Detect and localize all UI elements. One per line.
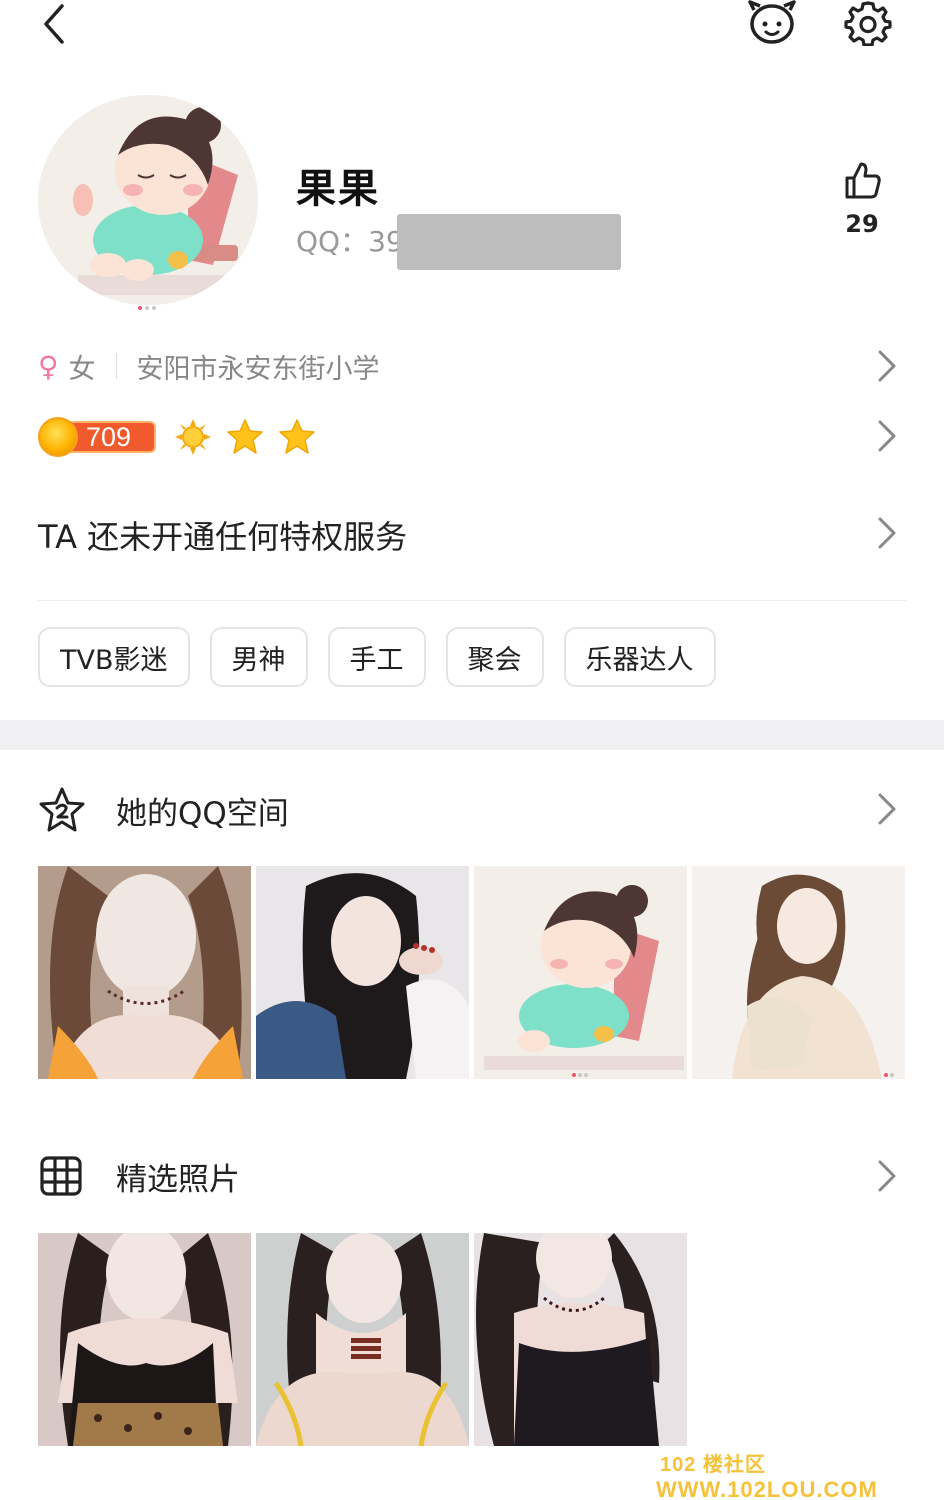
- basic-info-row[interactable]: ♀ 女 安阳市永安东街小学: [38, 344, 908, 388]
- watermark-line-1: 102 楼社区: [660, 1454, 766, 1476]
- interest-tag[interactable]: 乐器达人: [563, 627, 716, 687]
- photo-image: [256, 1233, 469, 1446]
- interest-tag[interactable]: TVB影迷: [38, 627, 190, 687]
- qzone-header[interactable]: 她的QQ空间: [38, 786, 289, 834]
- photo-image: [38, 866, 251, 1079]
- school-label: 安阳市永安东街小学: [136, 353, 380, 385]
- chevron-right-icon[interactable]: [872, 416, 900, 456]
- photo-image: [256, 866, 469, 1079]
- qzone-photo-grid: [38, 866, 905, 1079]
- like-button[interactable]: 29: [832, 160, 892, 238]
- gender-label: 女: [68, 353, 96, 385]
- qzone-photo[interactable]: [474, 866, 687, 1079]
- featured-photo-grid: [38, 1233, 687, 1446]
- level-value: 709: [86, 422, 132, 452]
- featured-photo[interactable]: [474, 1233, 687, 1446]
- qq-number: QQ：39: [296, 225, 404, 258]
- gear-icon: [844, 1, 892, 47]
- featured-photo[interactable]: [38, 1233, 251, 1446]
- redaction-block: [397, 214, 621, 270]
- featured-photo[interactable]: [256, 1233, 469, 1446]
- photo-image: [474, 866, 687, 1079]
- sun-icon: [175, 419, 211, 455]
- level-icons: [174, 418, 316, 456]
- pet-button[interactable]: [746, 0, 798, 46]
- level-badge: 709: [38, 417, 156, 457]
- interest-tags: TVB影迷 男神 手工 聚会 乐器达人: [38, 627, 716, 687]
- chevron-right-icon[interactable]: [872, 513, 900, 553]
- like-count: 29: [845, 210, 879, 238]
- avatar[interactable]: [38, 95, 258, 305]
- avatar-page-dots: [138, 306, 160, 310]
- settings-button[interactable]: [844, 0, 892, 47]
- featured-photos-header[interactable]: 精选照片: [38, 1152, 240, 1200]
- star-2-icon: [39, 787, 85, 832]
- back-button[interactable]: [36, 2, 80, 46]
- chevron-right-icon[interactable]: [872, 1156, 900, 1196]
- privilege-text[interactable]: TA 还未开通任何特权服务: [38, 512, 407, 558]
- interest-tag[interactable]: 聚会: [445, 627, 544, 687]
- photo-image: [38, 1233, 251, 1446]
- qzone-photo[interactable]: [256, 866, 469, 1079]
- back-arrow-icon: [44, 4, 64, 44]
- qzone-photo[interactable]: [692, 866, 905, 1079]
- interest-tag[interactable]: 手工: [327, 627, 426, 687]
- coin-icon: [38, 417, 78, 457]
- chevron-right-icon[interactable]: [872, 346, 900, 386]
- top-bar: [0, 0, 944, 60]
- star-icon: [227, 419, 263, 454]
- female-icon: ♀: [38, 349, 59, 383]
- divider: [115, 353, 117, 379]
- grid-icon: [40, 1156, 82, 1196]
- section-separator: [0, 720, 944, 750]
- level-row[interactable]: 709: [38, 414, 908, 460]
- thumbs-up-icon: [845, 162, 881, 199]
- chevron-right-icon[interactable]: [872, 789, 900, 829]
- star-icon: [279, 419, 315, 454]
- watermark: 102 楼社区 WWW.102LOU.COM: [656, 1448, 926, 1500]
- pet-face-icon: [748, 0, 796, 44]
- photo-image: [474, 1233, 687, 1446]
- divider: [38, 600, 906, 601]
- nickname: 果果: [296, 166, 380, 212]
- photo-image: [692, 866, 905, 1079]
- watermark-line-2: WWW.102LOU.COM: [656, 1477, 878, 1500]
- qzone-title: 她的QQ空间: [116, 795, 289, 832]
- qzone-photo[interactable]: [38, 866, 251, 1079]
- cartoon-girl-avatar-image: [38, 95, 258, 305]
- featured-photos-title: 精选照片: [116, 1161, 240, 1198]
- interest-tag[interactable]: 男神: [209, 627, 308, 687]
